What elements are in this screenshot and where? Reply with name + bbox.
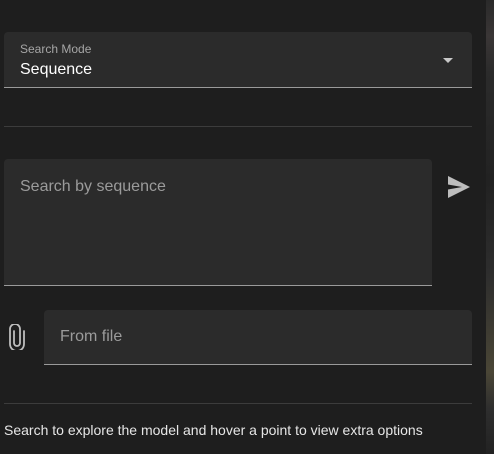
sequence-textarea[interactable] (4, 159, 432, 285)
from-file-input[interactable]: From file (44, 310, 472, 365)
map-edge (486, 0, 494, 454)
sequence-field[interactable] (4, 159, 432, 286)
search-mode-select[interactable]: Search Mode Sequence (4, 32, 472, 88)
hint-text: Search to explore the model and hover a … (4, 422, 423, 438)
divider (4, 126, 472, 127)
search-panel: Search Mode Sequence From file Search to… (0, 0, 486, 454)
search-mode-value: Sequence (20, 61, 93, 78)
send-icon[interactable] (446, 176, 472, 198)
from-file-placeholder: From file (60, 328, 123, 345)
search-mode-label: Search Mode (20, 42, 92, 56)
dropdown-arrow-icon[interactable] (443, 58, 453, 63)
divider (4, 403, 472, 404)
paperclip-icon[interactable] (8, 323, 26, 352)
